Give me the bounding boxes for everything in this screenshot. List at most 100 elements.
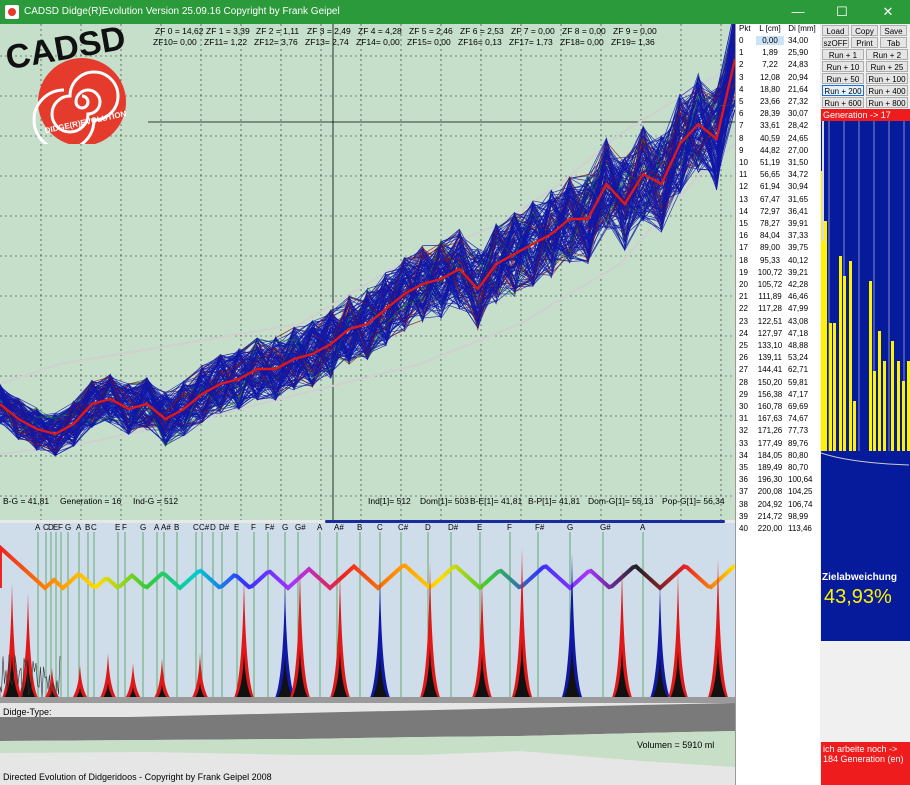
diameter-cell: 48,88 <box>788 341 809 350</box>
diameter-cell: 69,69 <box>788 402 809 411</box>
note-label: D <box>425 523 431 532</box>
close-icon[interactable]: ✕ <box>866 0 910 24</box>
save-button[interactable]: Save <box>880 25 907 36</box>
run-800-button[interactable]: Run + 800 <box>866 97 908 108</box>
table-row[interactable]: 20 105,72 42,28 <box>736 280 820 292</box>
point-index: 32 <box>739 426 748 436</box>
point-index: 25 <box>739 341 748 350</box>
table-row[interactable]: 30 160,78 69,69 <box>736 402 820 414</box>
table-row[interactable]: 38 204,92 106,74 <box>736 500 820 512</box>
minimize-icon[interactable]: — <box>776 0 820 24</box>
table-row[interactable]: 33 177,49 89,76 <box>736 439 820 451</box>
length-cell: 23,66 <box>759 97 781 106</box>
table-row[interactable]: 7 33,61 28,42 <box>736 121 820 133</box>
generation-status: Generation -> 17 <box>821 109 910 121</box>
note-label: C <box>91 523 97 532</box>
table-row[interactable]: 23 122,51 43,08 <box>736 317 820 329</box>
table-row[interactable]: 3 12,08 20,94 <box>736 73 820 85</box>
table-row[interactable]: 27 144,41 62,71 <box>736 365 820 377</box>
table-row[interactable]: 22 117,28 47,99 <box>736 304 820 316</box>
point-index: 38 <box>739 499 748 509</box>
print-button[interactable]: Print <box>851 37 878 48</box>
note-label: E <box>115 523 121 532</box>
table-row[interactable]: 9 44,82 27,00 <box>736 146 820 158</box>
maximize-icon[interactable]: ☐ <box>820 0 864 24</box>
be1-label: B-E[1]= 41,81 <box>470 496 523 506</box>
popg1-label: Pop-G[1]= 56,34 <box>662 496 725 506</box>
table-row[interactable]: 31 167,63 74,67 <box>736 414 820 426</box>
table-row[interactable]: 19 100,72 39,21 <box>736 268 820 280</box>
length-cell: 67,47 <box>759 194 781 204</box>
table-header: Pkt L [cm] Di [mm] <box>736 24 820 36</box>
table-row[interactable]: 26 139,11 53,24 <box>736 353 820 365</box>
table-row[interactable]: 11 56,65 34,72 <box>736 170 820 182</box>
run-25-button[interactable]: Run + 25 <box>866 61 908 72</box>
copy-button[interactable]: Copy <box>851 25 878 36</box>
table-row[interactable]: 15 78,27 39,91 <box>736 219 820 231</box>
run-1-button[interactable]: Run + 1 <box>822 49 864 60</box>
table-row[interactable]: 2 7,22 24,83 <box>736 60 820 72</box>
load-button[interactable]: Load <box>822 25 849 36</box>
table-row[interactable]: 16 84,04 37,33 <box>736 231 820 243</box>
table-row[interactable]: 35 189,49 80,70 <box>736 463 820 475</box>
table-row[interactable]: 18 95,33 40,12 <box>736 256 820 268</box>
table-row[interactable]: 21 111,89 46,46 <box>736 292 820 304</box>
note-label: G <box>567 523 574 532</box>
zf-value: ZF19= 1,36 <box>611 37 655 47</box>
run-600-button[interactable]: Run + 600 <box>822 97 864 108</box>
run-2-button[interactable]: Run + 2 <box>866 49 908 60</box>
points-table[interactable]: Pkt L [cm] Di [mm] 0 0,00 34,00 1 1,89 25,90 2… <box>735 24 820 785</box>
diameter-cell: 39,75 <box>788 243 809 253</box>
table-row[interactable]: 37 200,08 104,25 <box>736 487 820 499</box>
table-row[interactable]: 14 72,97 36,41 <box>736 207 820 219</box>
point-index: 0 <box>739 36 744 45</box>
note-label: F# <box>265 523 275 532</box>
diameter-cell: 27,00 <box>788 145 809 155</box>
table-row[interactable]: 34 184,05 80,80 <box>736 451 820 463</box>
run-50-button[interactable]: Run + 50 <box>822 73 864 84</box>
table-row[interactable]: 28 150,20 59,81 <box>736 378 820 390</box>
table-row[interactable]: 0 0,00 34,00 <box>736 36 820 48</box>
length-cell: 1,89 <box>762 48 778 58</box>
table-row[interactable]: 4 18,80 21,64 <box>736 85 820 97</box>
table-row[interactable]: 6 28,39 30,07 <box>736 109 820 121</box>
didge-shape-view: Didge-Type: Volumen = 5910 ml Directed E… <box>0 703 735 785</box>
point-index: 26 <box>739 353 748 363</box>
note-label: A <box>154 523 160 532</box>
table-row[interactable]: 29 156,38 47,17 <box>736 390 820 402</box>
table-row[interactable]: 8 40,59 24,65 <box>736 134 820 146</box>
volume-label: Volumen = 5910 ml <box>637 740 715 750</box>
table-row[interactable]: 12 61,94 30,94 <box>736 182 820 194</box>
table-row[interactable]: 24 127,97 47,18 <box>736 329 820 341</box>
diameter-cell: 30,07 <box>788 109 809 119</box>
table-row[interactable]: 39 214,72 98,99 <box>736 512 820 524</box>
szoff-button[interactable]: szOFF <box>822 37 849 48</box>
length-cell: 33,61 <box>759 121 781 131</box>
point-index: 11 <box>739 170 748 180</box>
table-row[interactable]: 17 89,00 39,75 <box>736 243 820 255</box>
diameter-cell: 47,17 <box>788 389 809 399</box>
diameter-cell: 34,72 <box>788 170 809 180</box>
note-label: G# <box>295 523 306 532</box>
table-row[interactable]: 25 133,10 48,88 <box>736 341 820 353</box>
diameter-cell: 39,91 <box>788 219 809 228</box>
length-cell: 189,49 <box>757 463 783 472</box>
point-index: 21 <box>739 292 748 302</box>
target-deviation-box: Zielabweichung 43,93% <box>821 451 910 641</box>
table-row[interactable]: 5 23,66 27,32 <box>736 97 820 109</box>
ind-g-label: Ind-G = 512 <box>133 496 179 506</box>
table-row[interactable]: 1 1,89 25,90 <box>736 48 820 60</box>
run-200-button[interactable]: Run + 200 <box>822 85 864 96</box>
point-index: 12 <box>739 182 748 192</box>
diameter-cell: 46,46 <box>788 292 809 302</box>
run-400-button[interactable]: Run + 400 <box>866 85 908 96</box>
tab-button[interactable]: Tab <box>880 37 907 48</box>
table-row[interactable]: 32 171,26 77,73 <box>736 426 820 438</box>
table-row[interactable]: 36 196,30 100,64 <box>736 475 820 487</box>
run-10-button[interactable]: Run + 10 <box>822 61 864 72</box>
table-row[interactable]: 13 67,47 31,65 <box>736 195 820 207</box>
table-row[interactable]: 10 51,19 31,50 <box>736 158 820 170</box>
zf-value: ZF 8 = 0,00 <box>562 26 606 36</box>
run-100-button[interactable]: Run + 100 <box>866 73 908 84</box>
table-row[interactable]: 40 220,00 113,46 <box>736 524 820 536</box>
